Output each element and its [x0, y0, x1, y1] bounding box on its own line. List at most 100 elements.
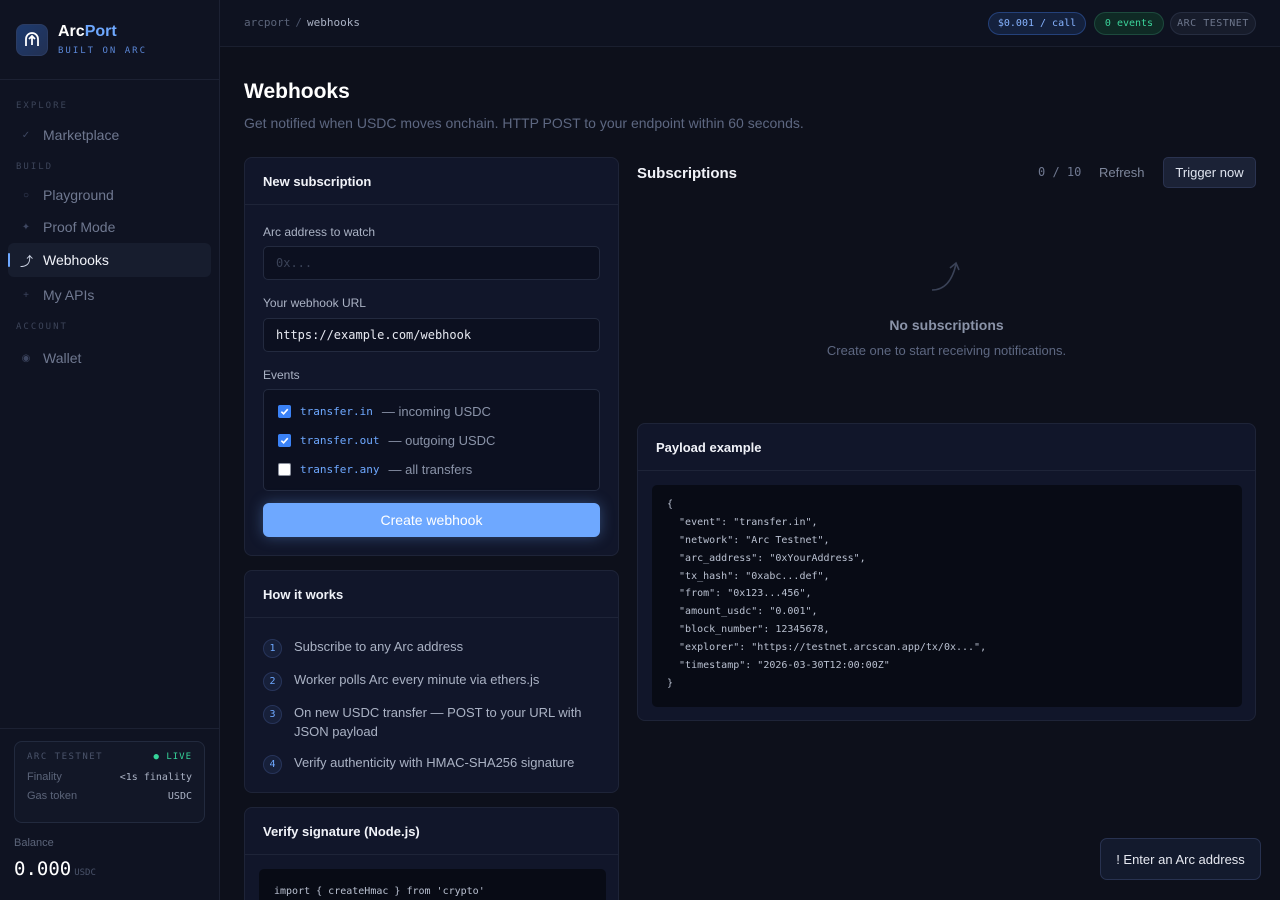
live-status-badge: ● LIVE	[153, 752, 192, 762]
sidebar-item-playground[interactable]: ○ Playground	[8, 178, 211, 212]
gas-token-value: USDC	[167, 790, 192, 802]
sidebar-item-label: Proof Mode	[43, 219, 116, 235]
sidebar-divider	[0, 79, 220, 80]
create-webhook-button[interactable]: Create webhook	[263, 503, 600, 537]
step-number: 1	[263, 639, 282, 658]
sidebar-item-marketplace[interactable]: ✓ Marketplace	[8, 118, 211, 152]
finality-value: <1s finality	[119, 771, 192, 783]
event-code: transfer.out	[300, 434, 380, 447]
event-option-transfer-any[interactable]: transfer.any — all transfers	[278, 462, 472, 477]
step-number: 3	[263, 705, 282, 724]
breadcrumb: arcport / webhooks	[244, 16, 360, 29]
sidebar-item-proof-mode[interactable]: ✦ Proof Mode	[8, 210, 211, 244]
empty-state-title: No subscriptions	[889, 317, 1004, 333]
event-desc: — incoming USDC	[381, 404, 491, 419]
sidebar-item-webhooks[interactable]: ⤴ Webhooks	[8, 243, 211, 277]
plus-icon: +	[23, 289, 29, 301]
balance-value: 0.000 USDC	[14, 858, 96, 880]
webhook-arrow-icon	[928, 258, 964, 299]
sidebar-item-label: Playground	[43, 187, 114, 203]
topbar: arcport / webhooks $0.001 / call 0 events …	[220, 0, 1280, 47]
empty-state-subtitle: Create one to start receiving notificati…	[826, 343, 1067, 358]
events-list: transfer.in — incoming USDC transfer.out…	[263, 389, 600, 491]
trigger-now-button[interactable]: Trigger now	[1163, 157, 1256, 188]
sidebar-item-wallet[interactable]: ◉ Wallet	[8, 341, 211, 375]
code-line: "amount_usdc": "0.001",	[667, 606, 818, 618]
card-title: Verify signature (Node.js)	[245, 808, 618, 855]
code-line: "arc_address": "0xYourAddress",	[667, 552, 866, 564]
event-desc: — all transfers	[388, 462, 473, 477]
network-name: ARC TESTNET	[27, 752, 104, 762]
balance-label: Balance	[14, 837, 54, 849]
code-line: "timestamp": "2026-03-30T12:00:00Z"	[667, 660, 890, 672]
address-input[interactable]: 0x...	[263, 246, 600, 280]
sidebar: ArcPort BUILT ON ARC EXPLORE ✓ Marketpla…	[0, 0, 220, 900]
card-title: Payload example	[638, 424, 1255, 471]
event-option-transfer-in[interactable]: transfer.in — incoming USDC	[278, 404, 491, 419]
code-line: import { createHmac } from 'crypto'	[274, 886, 485, 897]
code-line: }	[667, 677, 674, 689]
card-title: How it works	[245, 571, 618, 618]
webhook-url-input[interactable]: https://example.com/webhook	[263, 318, 600, 352]
brand-tagline: BUILT ON ARC	[58, 46, 148, 56]
step-item: 4 Verify authenticity with HMAC-SHA256 s…	[263, 753, 594, 774]
section-label-explore: EXPLORE	[16, 101, 68, 111]
new-subscription-card: New subscription Arc address to watch 0x…	[244, 157, 619, 556]
finality-label: Finality	[27, 771, 62, 783]
brand-name: ArcPort	[58, 23, 117, 40]
refresh-button[interactable]: Refresh	[1099, 165, 1145, 180]
sidebar-item-label: Marketplace	[43, 127, 120, 143]
toast-notification[interactable]: ! Enter an Arc address	[1100, 838, 1261, 880]
step-number: 4	[263, 755, 282, 774]
arcport-logo-icon	[16, 23, 48, 56]
subscriptions-count: 0 / 10	[1038, 165, 1082, 179]
step-text: Worker polls Arc every minute via ethers…	[294, 672, 540, 687]
network-badge: ARC TESTNET	[1170, 12, 1256, 35]
webhook-url-label: Your webhook URL	[263, 296, 366, 310]
balance-unit: USDC	[74, 868, 96, 878]
code-line: "block_number": 12345678,	[667, 624, 830, 636]
checkbox-checked-icon[interactable]	[278, 434, 291, 447]
sidebar-divider	[0, 728, 220, 729]
checkbox-checked-icon[interactable]	[278, 405, 291, 418]
subscriptions-title: Subscriptions	[637, 165, 738, 182]
event-code: transfer.any	[300, 463, 380, 476]
brand[interactable]: ArcPort BUILT ON ARC	[16, 23, 147, 56]
sidebar-item-label: Webhooks	[43, 252, 109, 268]
code-line: "from": "0x123...456",	[667, 588, 812, 600]
breadcrumb-root[interactable]: arcport	[244, 16, 290, 29]
step-text: Subscribe to any Arc address	[294, 639, 464, 654]
network-status-card: ARC TESTNET ● LIVE Finality <1s finality…	[14, 741, 205, 823]
code-line: "event": "transfer.in",	[667, 516, 818, 528]
code-line: "explorer": "https://testnet.arcscan.app…	[667, 642, 987, 654]
verify-code-block: import { createHmac } from 'crypto'	[259, 869, 606, 900]
code-line: "network": "Arc Testnet",	[667, 534, 830, 546]
step-text: Verify authenticity with HMAC-SHA256 sig…	[294, 755, 575, 770]
step-item: 3 On new USDC transfer — POST to your UR…	[263, 703, 594, 741]
step-number: 2	[263, 672, 282, 691]
code-line: "tx_hash": "0xabc...def",	[667, 570, 830, 582]
step-item: 1 Subscribe to any Arc address	[263, 637, 594, 658]
card-title: New subscription	[245, 158, 618, 205]
payload-example-card: Payload example { "event": "transfer.in"…	[637, 423, 1256, 721]
price-badge: $0.001 / call	[988, 12, 1086, 35]
sidebar-item-label: My APIs	[43, 287, 95, 303]
event-option-transfer-out[interactable]: transfer.out — outgoing USDC	[278, 433, 495, 448]
circle-icon: ○	[22, 189, 30, 201]
gas-token-label: Gas token	[27, 790, 78, 802]
code-line: {	[667, 499, 674, 510]
event-desc: — outgoing USDC	[388, 433, 496, 448]
event-code: transfer.in	[300, 405, 373, 418]
section-label-build: BUILD	[16, 162, 54, 172]
section-label-account: ACCOUNT	[16, 322, 68, 332]
checkbox-unchecked-icon[interactable]	[278, 463, 291, 476]
sidebar-item-my-apis[interactable]: + My APIs	[8, 278, 211, 312]
sidebar-item-label: Wallet	[43, 350, 82, 366]
step-item: 2 Worker polls Arc every minute via ethe…	[263, 670, 594, 691]
page-subtitle: Get notified when USDC moves onchain. HT…	[244, 115, 804, 131]
verify-signature-card: Verify signature (Node.js) import { crea…	[244, 807, 619, 900]
check-icon: ✓	[21, 129, 31, 141]
dot-icon: ◉	[21, 352, 31, 364]
events-label: Events	[263, 368, 300, 382]
breadcrumb-current: webhooks	[306, 16, 360, 29]
